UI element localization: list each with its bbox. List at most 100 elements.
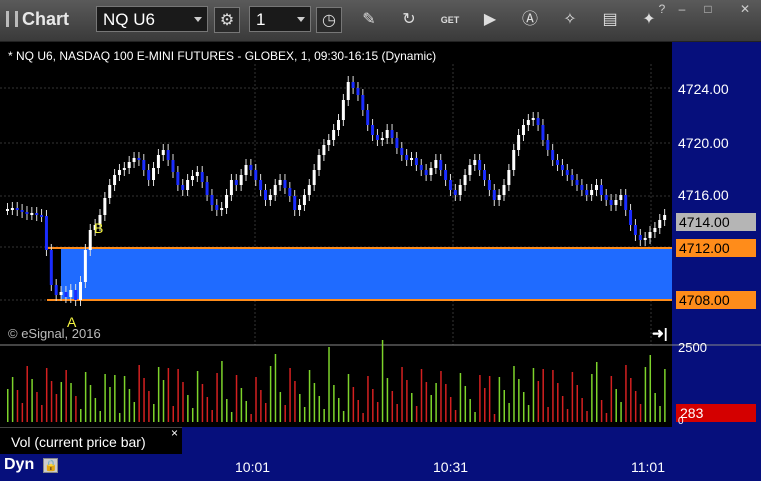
current-price-tag: 4714.00	[676, 213, 756, 231]
candle-body	[463, 175, 467, 185]
candle-body	[332, 130, 336, 140]
candle-body	[54, 285, 58, 295]
volume-bar	[167, 368, 170, 422]
candle-body	[648, 232, 652, 238]
volume-bar	[274, 354, 277, 422]
volume-bar	[474, 412, 476, 422]
volume-bar	[620, 402, 622, 422]
volume-study-tab[interactable]: Vol (current price bar) ×	[0, 426, 182, 455]
volume-bar	[118, 413, 121, 422]
candle-body	[658, 220, 662, 228]
upper-level-tag: 4712.00	[676, 239, 756, 257]
candle-body	[293, 196, 297, 210]
dynamic-mode-label[interactable]: Dyn	[4, 456, 34, 474]
candle-body	[580, 185, 584, 190]
candle-body	[283, 180, 287, 188]
candle-body	[156, 155, 160, 168]
candle-body	[638, 235, 642, 240]
volume-bar	[138, 365, 140, 422]
candle-body	[517, 135, 521, 150]
candle-body	[259, 180, 263, 190]
candle-body	[546, 140, 550, 150]
candle-body	[633, 225, 637, 235]
volume-bar	[255, 377, 257, 422]
candle-body	[400, 148, 404, 155]
label-b: B	[94, 220, 104, 236]
candle-body	[322, 145, 326, 155]
volume-study-label: Vol (current price bar)	[11, 434, 146, 450]
volume-bar	[60, 382, 63, 422]
volume-bar	[644, 367, 647, 422]
volume-bar	[7, 389, 9, 422]
volume-bar	[493, 414, 496, 422]
close-icon[interactable]: ×	[171, 426, 178, 440]
candle-body	[585, 190, 589, 195]
candle-body	[448, 180, 452, 190]
volume-bar	[552, 370, 554, 422]
volume-bar	[269, 366, 272, 422]
volume-bar	[211, 410, 213, 422]
volume-bar	[532, 368, 535, 422]
candle-body	[541, 125, 545, 140]
candle-body	[10, 208, 14, 210]
candle-body	[502, 185, 506, 195]
volume-bar	[367, 376, 369, 422]
volume-bar	[177, 369, 179, 422]
candle-body	[74, 290, 78, 300]
candle-body	[653, 228, 657, 232]
candle-body	[434, 160, 438, 168]
volume-bar	[338, 398, 340, 422]
jump-to-end-icon[interactable]: ➜|	[652, 325, 668, 342]
volume-bar	[250, 414, 252, 422]
volume-bar	[318, 396, 321, 422]
candle-body	[439, 160, 443, 170]
volume-bar	[313, 383, 316, 422]
volume-bar	[128, 389, 131, 422]
candle-body	[113, 175, 117, 185]
volume-bar	[503, 390, 505, 422]
volume-bar	[45, 368, 48, 422]
volume-scale-label: 2500	[678, 340, 707, 355]
volume-bar	[625, 365, 627, 422]
volume-bar	[162, 380, 165, 422]
candle-body	[419, 165, 423, 170]
candle-body	[268, 195, 272, 200]
volume-bar	[201, 384, 204, 422]
candle-body	[15, 208, 19, 210]
volume-bar	[99, 411, 101, 422]
time-axis[interactable]	[0, 454, 672, 481]
candle-body	[200, 172, 204, 182]
candle-body	[83, 250, 87, 282]
volume-bar	[537, 381, 540, 422]
time-tick-label: 10:01	[235, 459, 271, 475]
candle-body	[244, 165, 248, 175]
volume-bar	[664, 369, 666, 422]
candle-body	[536, 118, 540, 125]
volume-bar	[459, 373, 462, 422]
volume-bar	[299, 394, 301, 422]
volume-bar	[420, 369, 423, 422]
volume-bar	[172, 406, 174, 422]
volume-bar	[518, 379, 520, 422]
volume-bar	[600, 400, 603, 422]
volume-bar	[206, 397, 209, 422]
candle-body	[473, 160, 477, 165]
lower-level-tag: 4708.00	[676, 291, 756, 309]
candle-body	[624, 195, 628, 210]
candle-body	[127, 162, 131, 168]
candle-body	[20, 210, 24, 212]
candle-body	[590, 190, 594, 195]
volume-bar	[357, 400, 359, 422]
candle-body	[380, 138, 384, 140]
candle-body	[132, 158, 136, 162]
volume-bar	[454, 410, 457, 422]
candle-body	[371, 125, 375, 135]
candle-body	[444, 170, 448, 180]
volume-bar	[50, 381, 53, 422]
candle-body	[604, 195, 608, 200]
candle-body	[599, 185, 603, 195]
lock-icon[interactable]: 🔒	[43, 458, 58, 473]
candle-body	[108, 185, 112, 198]
volume-bar	[654, 393, 656, 422]
candle-body	[79, 282, 83, 300]
